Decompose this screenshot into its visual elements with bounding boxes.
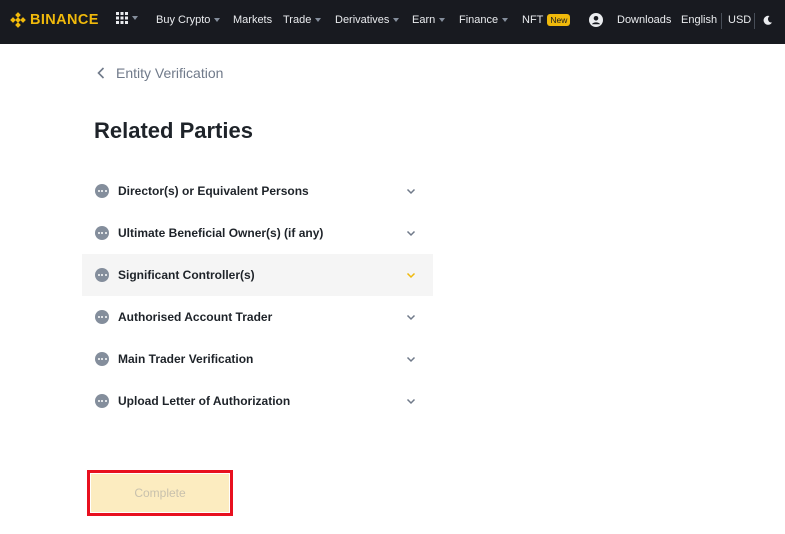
more-dots-icon [95, 184, 109, 198]
new-badge: New [547, 14, 571, 26]
section-label: Authorised Account Trader [118, 310, 273, 324]
chevron-down-icon [315, 18, 322, 22]
grid-apps-icon [116, 12, 128, 24]
chevron-down-icon [214, 18, 221, 22]
nav-earn[interactable]: Earn [412, 14, 446, 26]
page-title: Related Parties [94, 118, 253, 143]
chevron-down-icon [406, 272, 416, 279]
section-directors[interactable]: Director(s) or Equivalent Persons [82, 170, 433, 212]
nav-divider [721, 13, 722, 29]
nav-label: Buy Crypto [156, 14, 211, 26]
chevron-down-icon [439, 18, 446, 22]
theme-toggle[interactable] [762, 15, 773, 26]
back-label: Entity Verification [116, 65, 224, 81]
currency-label: USD [728, 14, 752, 26]
related-parties-list: Director(s) or Equivalent Persons Ultima… [82, 170, 433, 422]
downloads-link[interactable]: Downloads [617, 14, 671, 26]
top-nav-bar: BINANCE Buy Crypto Markets Trade Derivat… [0, 0, 785, 44]
section-account-trader[interactable]: Authorised Account Trader [82, 296, 433, 338]
language-label: English [681, 14, 718, 26]
back-to-entity-verification[interactable]: Entity Verification [96, 65, 223, 81]
nav-buy-crypto[interactable]: Buy Crypto [156, 14, 221, 26]
section-main-trader-verification[interactable]: Main Trader Verification [82, 338, 433, 380]
nav-label: Markets [233, 14, 273, 26]
more-dots-icon [95, 268, 109, 282]
nav-finance[interactable]: Finance [459, 14, 509, 26]
chevron-down-icon [406, 314, 416, 321]
more-dots-icon [95, 226, 109, 240]
section-beneficial-owners[interactable]: Ultimate Beneficial Owner(s) (if any) [82, 212, 433, 254]
nav-divider [754, 13, 755, 29]
nav-trade[interactable]: Trade [283, 14, 322, 26]
brand-name: BINANCE [30, 12, 99, 28]
nav-nft[interactable]: NFT New [522, 14, 571, 26]
user-account[interactable] [589, 13, 603, 27]
more-dots-icon [95, 352, 109, 366]
nav-markets[interactable]: Markets [233, 14, 272, 26]
chevron-down-icon [406, 188, 416, 195]
chevron-down-icon [406, 230, 416, 237]
complete-button[interactable]: Complete [91, 474, 229, 512]
more-dots-icon [95, 394, 109, 408]
language-selector[interactable]: English [681, 14, 717, 26]
section-label: Director(s) or Equivalent Persons [118, 184, 309, 198]
dark-mode-moon-icon [763, 15, 772, 25]
currency-selector[interactable]: USD [728, 14, 751, 26]
chevron-down-icon [132, 16, 138, 20]
nav-label: Finance [459, 14, 499, 26]
binance-logo-icon [10, 12, 26, 28]
section-label: Main Trader Verification [118, 352, 254, 366]
more-dots-icon [95, 310, 109, 324]
section-label: Ultimate Beneficial Owner(s) (if any) [118, 226, 324, 240]
nav-label: Trade [283, 14, 312, 26]
section-label: Significant Controller(s) [118, 268, 255, 282]
downloads-label: Downloads [617, 14, 672, 26]
apps-menu[interactable] [116, 12, 138, 24]
user-avatar-icon [589, 13, 603, 27]
chevron-left-icon [97, 67, 105, 79]
section-significant-controllers[interactable]: Significant Controller(s) [82, 254, 433, 296]
binance-logo[interactable]: BINANCE [10, 12, 99, 28]
chevron-down-icon [393, 18, 400, 22]
chevron-down-icon [406, 398, 416, 405]
nav-label: Earn [412, 14, 436, 26]
nav-derivatives[interactable]: Derivatives [335, 14, 400, 26]
nav-label: NFT [522, 14, 544, 26]
section-letter-of-authorization[interactable]: Upload Letter of Authorization [82, 380, 433, 422]
nav-label: Derivatives [335, 14, 390, 26]
section-label: Upload Letter of Authorization [118, 394, 291, 408]
chevron-down-icon [502, 18, 509, 22]
chevron-down-icon [406, 356, 416, 363]
